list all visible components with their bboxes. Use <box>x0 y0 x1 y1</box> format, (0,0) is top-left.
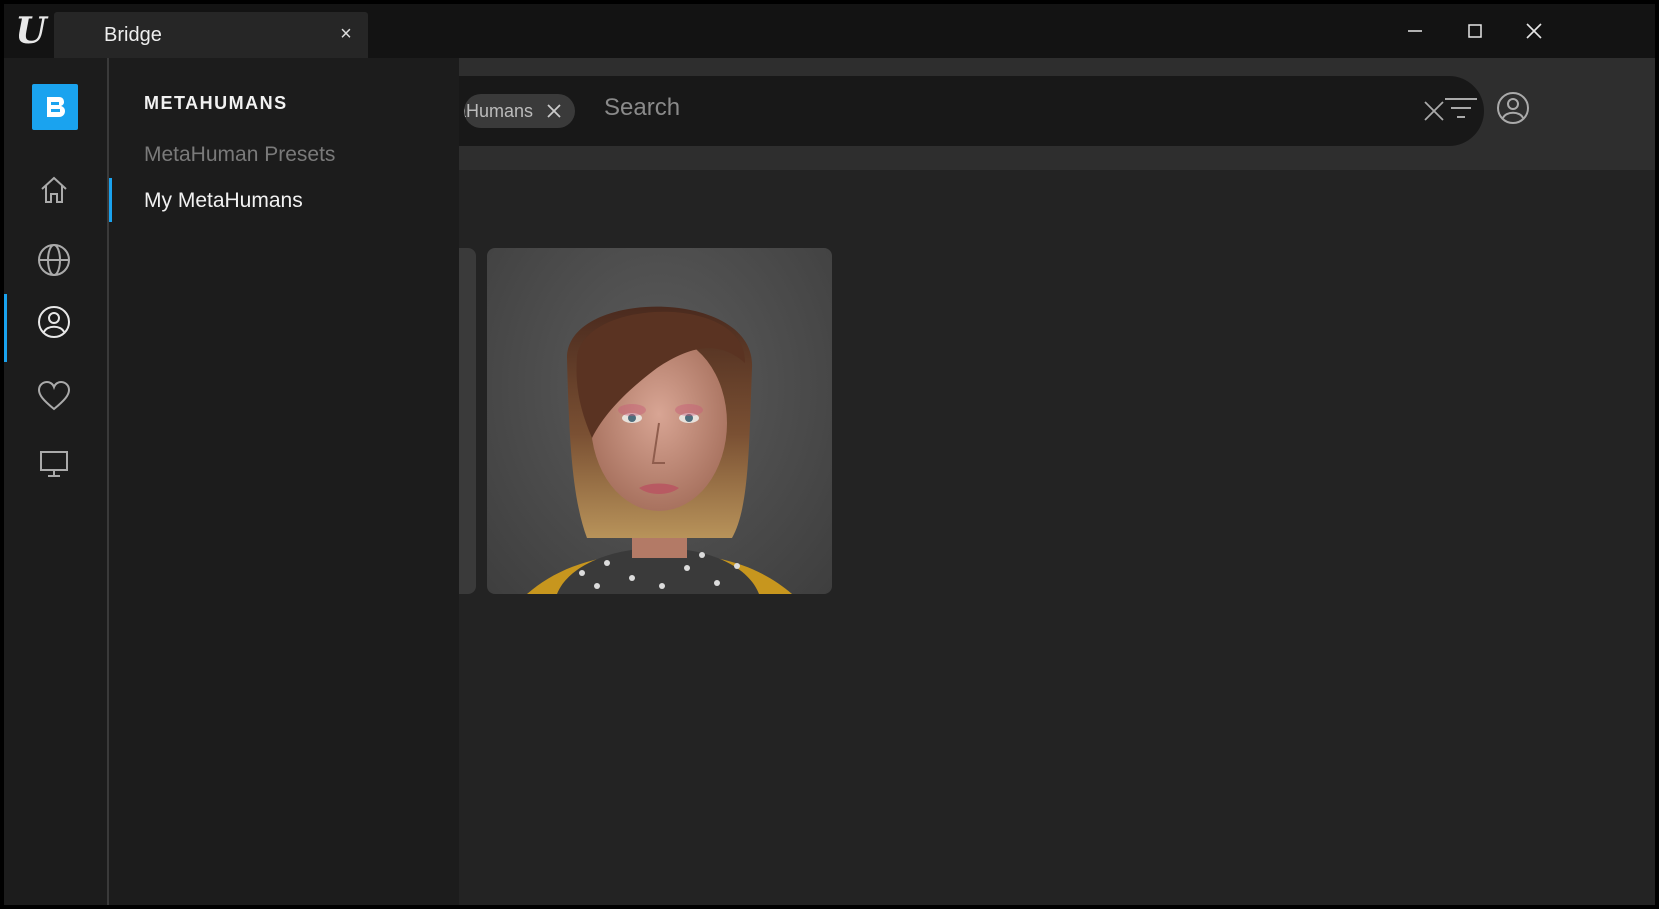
heart-icon <box>37 380 71 411</box>
search-input[interactable]: Search <box>604 94 680 122</box>
title-bar: U Bridge × <box>4 4 1655 58</box>
filter-chip-label: MetaHumans <box>464 100 534 121</box>
sidebar-item-favorites[interactable] <box>36 378 72 414</box>
bridge-logo-icon[interactable] <box>32 84 78 130</box>
filter-chip-metahumans[interactable]: MetaHumans <box>464 94 576 128</box>
search-clear-icon[interactable] <box>1422 99 1446 123</box>
user-circle-icon <box>38 306 70 338</box>
sidebar-item-globe[interactable] <box>36 242 72 278</box>
tab-bridge[interactable]: Bridge × <box>54 12 368 58</box>
sidebar-item-metahumans[interactable] <box>36 304 72 340</box>
tab-close-button[interactable]: × <box>336 24 356 44</box>
minimize-button[interactable] <box>1396 14 1434 48</box>
close-icon <box>1526 23 1542 39</box>
panel-item-my-metahumans[interactable]: My MetaHumans <box>144 189 303 213</box>
chip-remove-icon[interactable] <box>545 102 563 120</box>
metahumans-panel: METAHUMANS MetaHuman Presets My MetaHuma… <box>109 58 459 905</box>
sidebar-item-home[interactable] <box>36 172 72 208</box>
close-window-button[interactable] <box>1515 14 1553 48</box>
tab-title: Bridge <box>104 24 162 46</box>
bridge-window: U Bridge × MetaHumans Search <box>4 4 1655 905</box>
panel-active-indicator <box>109 178 112 222</box>
monitor-icon <box>40 451 68 477</box>
minimize-icon <box>1408 30 1422 32</box>
unreal-logo-icon: U <box>15 10 47 52</box>
filter-icon[interactable] <box>1444 94 1478 124</box>
metahuman-portrait-image <box>527 306 792 594</box>
sidebar-item-local[interactable] <box>36 446 72 482</box>
sidebar-active-indicator <box>4 294 7 362</box>
home-icon <box>41 176 67 203</box>
search-bar[interactable]: MetaHumans Search <box>384 76 1484 146</box>
globe-icon <box>38 244 70 276</box>
maximize-icon <box>1468 24 1482 38</box>
metahuman-card[interactable] <box>487 248 832 594</box>
panel-item-metahuman-presets[interactable]: MetaHuman Presets <box>144 143 335 167</box>
account-icon[interactable] <box>1496 91 1530 125</box>
maximize-button[interactable] <box>1456 14 1494 48</box>
panel-title: METAHUMANS <box>144 93 288 113</box>
